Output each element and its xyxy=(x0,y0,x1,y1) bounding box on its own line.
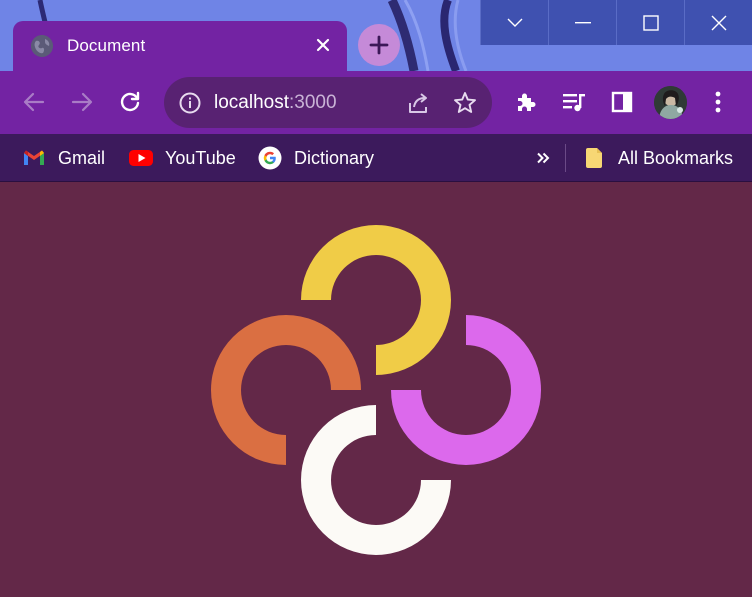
bookmarks-bar: Gmail YouTube Dictionary All Bookmarks xyxy=(0,134,752,182)
reading-list-button[interactable] xyxy=(559,87,589,117)
gmail-icon xyxy=(22,146,46,170)
puzzle-icon xyxy=(518,93,536,111)
back-button[interactable] xyxy=(15,83,53,121)
browser-window: Document localhost:3000 Gmail YouTube Di… xyxy=(0,0,752,597)
youtube-icon xyxy=(129,146,153,170)
share-icon[interactable] xyxy=(406,90,432,116)
tab-document[interactable]: Document xyxy=(13,21,347,71)
profile-avatar[interactable] xyxy=(654,86,687,119)
url-port: :3000 xyxy=(289,92,337,113)
double-chevron-right-icon xyxy=(537,152,550,164)
bookmarks-separator xyxy=(565,144,566,172)
page-viewport xyxy=(0,182,752,597)
minimize-button[interactable] xyxy=(548,0,616,45)
forward-button[interactable] xyxy=(63,83,101,121)
all-bookmarks-button[interactable]: All Bookmarks xyxy=(582,144,733,172)
maximize-icon xyxy=(642,14,659,31)
globe-icon xyxy=(31,35,53,57)
url-host: localhost xyxy=(214,92,289,113)
close-icon[interactable] xyxy=(313,35,333,55)
tab-search-button[interactable] xyxy=(480,0,548,45)
arrow-left-icon xyxy=(23,92,45,112)
bookmark-label: YouTube xyxy=(165,147,236,168)
all-bookmarks-label: All Bookmarks xyxy=(618,147,734,168)
browser-toolbar: localhost:3000 xyxy=(0,71,752,134)
bookmark-label: Gmail xyxy=(58,147,106,168)
menu-button[interactable] xyxy=(703,87,733,117)
info-icon[interactable] xyxy=(178,91,202,115)
reload-button[interactable] xyxy=(111,83,149,121)
bookmark-label: Dictionary xyxy=(294,147,375,168)
url-text[interactable]: localhost:3000 xyxy=(214,92,337,114)
title-bar: Document xyxy=(0,0,752,71)
chevron-down-icon xyxy=(507,18,522,27)
close-window-button[interactable] xyxy=(684,0,752,45)
more-bookmarks-button[interactable] xyxy=(530,146,556,170)
plus-icon xyxy=(369,35,389,55)
playlist-icon xyxy=(563,94,585,112)
bookmark-youtube[interactable]: YouTube xyxy=(129,144,236,172)
side-panel-icon xyxy=(611,91,633,113)
more-vertical-icon xyxy=(715,91,721,113)
folder-icon xyxy=(582,146,606,170)
minimize-icon xyxy=(574,21,591,23)
maximize-button[interactable] xyxy=(616,0,684,45)
star-icon[interactable] xyxy=(452,90,478,116)
close-icon xyxy=(711,15,726,30)
window-controls xyxy=(480,0,752,46)
extensions-button[interactable] xyxy=(511,87,541,117)
arrow-right-icon xyxy=(71,92,93,112)
side-panel-button[interactable] xyxy=(607,87,637,117)
address-bar[interactable]: localhost:3000 xyxy=(164,77,492,128)
reload-icon xyxy=(120,91,140,112)
bookmark-gmail[interactable]: Gmail xyxy=(22,144,105,172)
bookmark-dictionary[interactable]: Dictionary xyxy=(258,144,374,172)
new-tab-button[interactable] xyxy=(358,24,400,66)
ring-logo xyxy=(211,225,541,555)
tab-title: Document xyxy=(67,36,146,55)
google-icon xyxy=(258,146,282,170)
